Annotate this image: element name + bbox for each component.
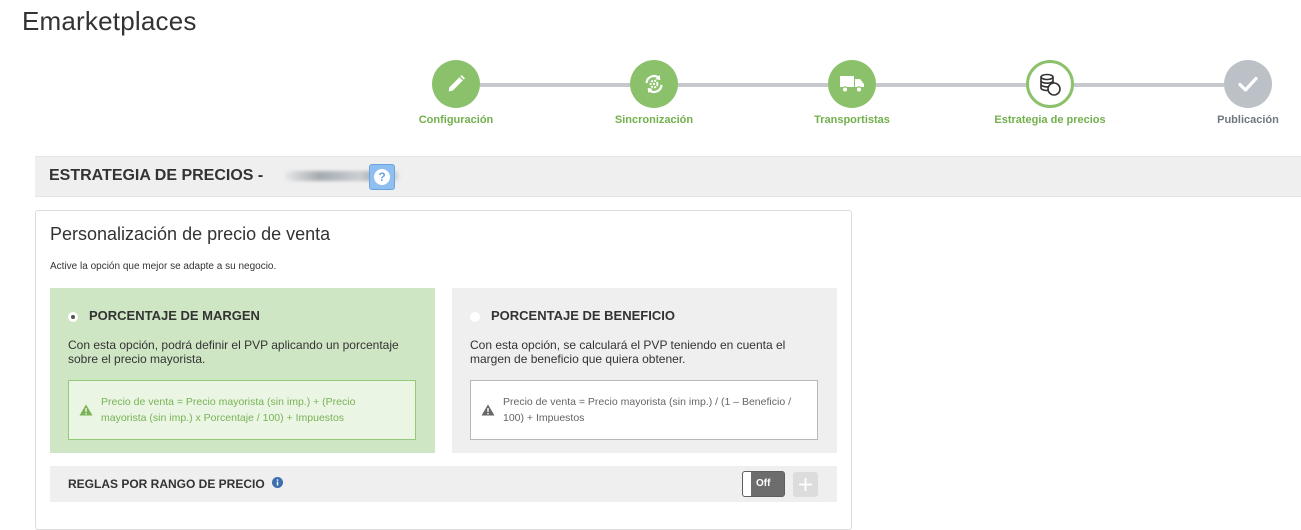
wizard-step-label: Configuración [418, 114, 494, 126]
wizard-step-label: Publicación [1217, 114, 1279, 126]
pencil-icon [448, 75, 465, 92]
wizard-step-circle [432, 60, 480, 108]
panel-subtitle: Active la opción que mejor se adapte a s… [50, 261, 277, 272]
info-icon[interactable] [272, 477, 283, 488]
price-range-rules-bar: REGLAS POR RANGO DE PRECIO Off [50, 466, 837, 502]
option-porcentaje-margen[interactable]: PORCENTAJE DE MARGEN Con esta opción, po… [50, 288, 435, 453]
section-header: ESTRATEGIA DE PRECIOS - ? [35, 156, 1301, 197]
coins-icon [1040, 73, 1061, 96]
help-button[interactable]: ? [369, 164, 395, 190]
warning-icon [79, 404, 93, 416]
wizard-step-publicacion[interactable]: Publicación [1178, 60, 1301, 126]
pricing-panel: Personalización de precio de venta Activ… [35, 210, 852, 530]
option-porcentaje-beneficio[interactable]: PORCENTAJE DE BENEFICIO Con esta opción,… [452, 288, 837, 453]
sync-gears-icon [645, 75, 663, 93]
wizard-step-circle [828, 60, 876, 108]
wizard-step-configuracion[interactable]: Configuración [386, 60, 526, 126]
wizard-step-circle [630, 60, 678, 108]
section-title: ESTRATEGIA DE PRECIOS - [49, 167, 264, 184]
wizard-progress: Configuración Sincronización Transportis [0, 0, 1301, 140]
formula-box: Precio de venta = Precio mayorista (sin … [68, 380, 416, 440]
toggle-label: Off [756, 478, 771, 489]
formula-box: Precio de venta = Precio mayorista (sin … [470, 380, 818, 440]
formula-text: Precio de venta = Precio mayorista (sin … [503, 396, 791, 424]
option-description: Con esta opción, podrá definir el PVP ap… [68, 338, 399, 366]
rules-title: REGLAS POR RANGO DE PRECIO [68, 477, 265, 491]
radio-porcentaje-margen[interactable] [68, 312, 78, 322]
add-rule-button[interactable] [793, 472, 818, 497]
option-title: PORCENTAJE DE MARGEN [89, 308, 260, 323]
option-title: PORCENTAJE DE BENEFICIO [491, 308, 675, 323]
wizard-step-label: Estrategia de precios [994, 114, 1106, 126]
option-description: Con esta opción, se calculará el PVP ten… [470, 338, 786, 366]
wizard-step-estrategia[interactable]: Estrategia de precios [980, 60, 1120, 126]
plus-icon [799, 478, 812, 491]
help-icon: ? [374, 169, 390, 185]
wizard-step-sincronizacion[interactable]: Sincronización [584, 60, 724, 126]
wizard-step-label: Transportistas [814, 114, 890, 126]
wizard-step-circle [1026, 60, 1074, 108]
rules-toggle[interactable]: Off [742, 471, 785, 497]
wizard-step-circle [1224, 60, 1272, 108]
wizard-step-transportistas[interactable]: Transportistas [782, 60, 922, 126]
warning-icon [481, 404, 495, 416]
check-icon [1238, 76, 1258, 92]
panel-title: Personalización de precio de venta [50, 224, 331, 244]
wizard-step-label: Sincronización [614, 114, 694, 126]
truck-icon [840, 76, 864, 93]
radio-porcentaje-beneficio[interactable] [470, 312, 480, 322]
formula-text: Precio de venta = Precio mayorista (sin … [101, 396, 356, 424]
